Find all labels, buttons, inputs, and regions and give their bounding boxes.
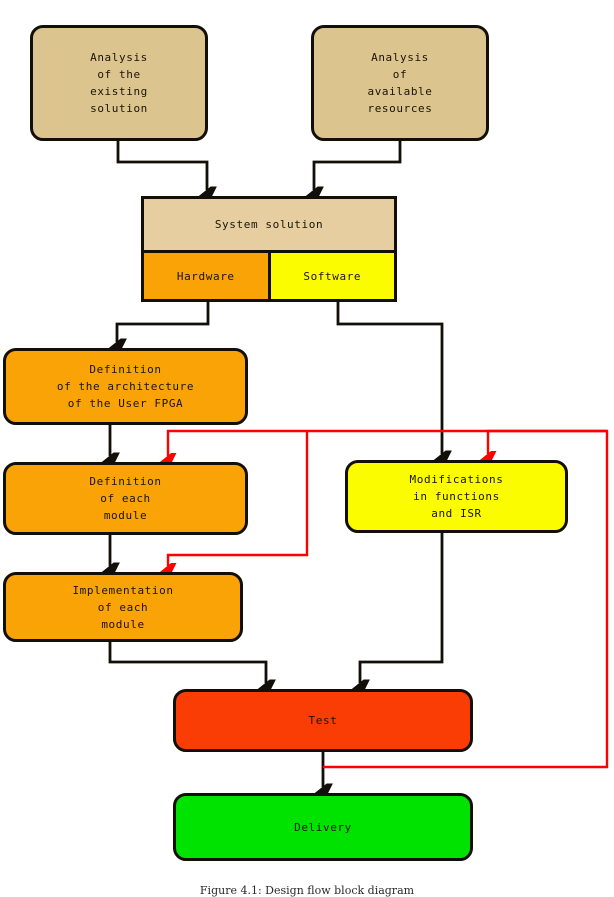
- node-label-line: of the User FPGA: [67, 397, 184, 410]
- analysis-of-available-resources-box: Analysis of available resources: [311, 25, 489, 141]
- system-solution-cell-hardware: Hardware: [144, 253, 268, 299]
- node-label-line: Analysis: [90, 51, 148, 64]
- node-label-line: Definition: [89, 363, 162, 376]
- edge-analysis-existing-to-system: [116, 141, 207, 190]
- node-label-line: Delivery: [294, 820, 352, 834]
- feedback-to-definition-module: [168, 429, 607, 456]
- system-solution-title: System solution: [144, 199, 394, 253]
- edge-modifications-to-test: [360, 533, 444, 683]
- edge-software-to-modifications: [336, 302, 442, 454]
- node-label-line: Analysis: [371, 51, 429, 64]
- node-label-line: Test: [308, 714, 338, 727]
- node-label-line: Definition: [89, 475, 162, 488]
- node-label-line: of each: [97, 600, 149, 614]
- node-label-line: available: [367, 85, 433, 98]
- system-solution-group: System solution Hardware Software: [141, 196, 397, 302]
- implementation-of-each-module-box: Implementation of each module: [3, 572, 243, 642]
- system-solution-cell-software: Software: [267, 253, 394, 299]
- node-label-line: of: [392, 68, 408, 81]
- edge-implementation-to-test: [108, 642, 266, 683]
- node-label-line: of each: [100, 492, 151, 505]
- node-label-line: resources: [367, 102, 433, 115]
- system-solution-cells: Hardware Software: [144, 253, 394, 299]
- node-label-line: module: [101, 617, 145, 631]
- delivery-box: Delivery: [173, 793, 473, 861]
- node-label-line: in functions: [413, 490, 500, 503]
- definition-of-architecture-box: Definition of the architecture of the User…: [3, 348, 248, 425]
- node-label-line: and ISR: [431, 507, 482, 520]
- node-label-line: solution: [90, 102, 148, 115]
- node-label-line: of the architecture: [56, 380, 195, 393]
- design-flow-diagram: Analysis of the existing solution Analysis of…: [0, 0, 614, 897]
- edge-analysis-resources-to-system: [314, 141, 402, 190]
- definition-of-each-module-box: Definition of each module: [3, 462, 248, 535]
- test-box: Test: [173, 689, 473, 752]
- figure-caption: Figure 4.1: Design flow block diagram: [199, 884, 415, 897]
- node-label-line: existing: [90, 85, 148, 98]
- node-label-line: module: [103, 509, 148, 522]
- node-label-line: Implementation: [72, 583, 174, 597]
- edge-hardware-to-definition-architecture: [117, 302, 210, 342]
- node-label-line: of the: [97, 68, 141, 81]
- modifications-in-functions-and-isr-box: Modifications in functions and ISR: [345, 460, 568, 533]
- analysis-of-existing-solution-box: Analysis of the existing solution: [30, 25, 208, 141]
- node-label-line: Modifications: [409, 473, 504, 486]
